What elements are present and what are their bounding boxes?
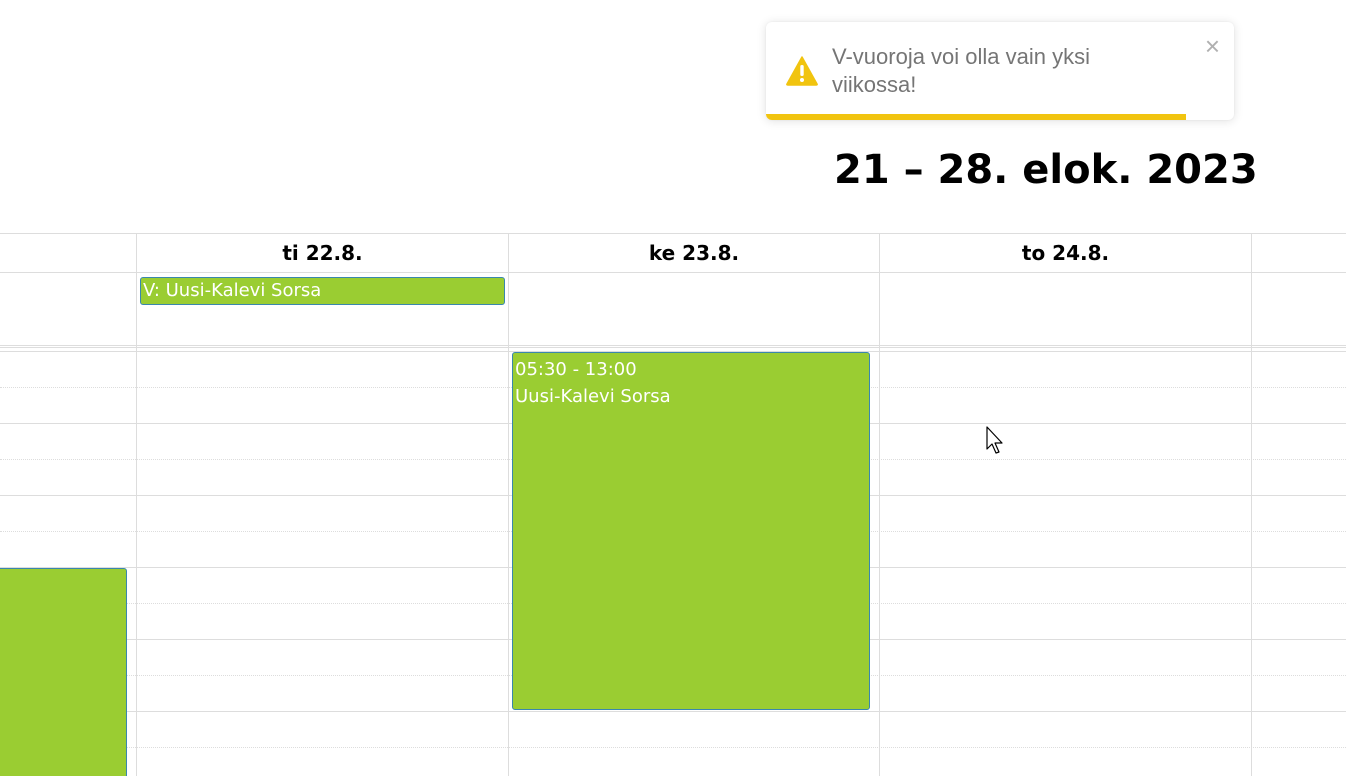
day-header-thu: to 24.8.	[1021, 241, 1110, 265]
column-divider	[879, 233, 880, 776]
column-divider	[136, 233, 137, 776]
day-header-row: ti 22.8. ke 23.8. to 24.8.	[0, 233, 1346, 273]
day-header-wed: ke 23.8.	[648, 241, 740, 265]
toast-message: V-vuoroja voi olla vain yksi viikossa!	[832, 44, 1091, 97]
slot-line	[0, 747, 1346, 748]
warning-icon	[786, 56, 818, 86]
event-title: Uusi-Kalevi Sorsa	[515, 386, 671, 407]
warning-toast[interactable]: V-vuoroja voi olla vain yksi viikossa! ×	[766, 22, 1234, 120]
page-title: 21 – 28. elok. 2023	[834, 147, 1258, 193]
column-divider	[508, 233, 509, 776]
calendar-page: V-vuoroja voi olla vain yksi viikossa! ×…	[0, 0, 1346, 776]
allday-event[interactable]: V: Uusi-Kalevi Sorsa	[140, 277, 505, 305]
close-icon[interactable]: ×	[1205, 32, 1220, 60]
toast-progress-bar	[766, 114, 1186, 120]
column-divider	[1251, 233, 1252, 776]
slot-line	[0, 711, 1346, 712]
day-header-tue: ti 22.8.	[282, 241, 363, 265]
event-block-monday[interactable]	[0, 568, 127, 776]
event-block-wednesday[interactable]: 05:30 - 13:00 Uusi-Kalevi Sorsa	[512, 352, 870, 710]
mouse-cursor-icon	[986, 426, 1003, 454]
event-time: 05:30 - 13:00	[515, 359, 637, 380]
